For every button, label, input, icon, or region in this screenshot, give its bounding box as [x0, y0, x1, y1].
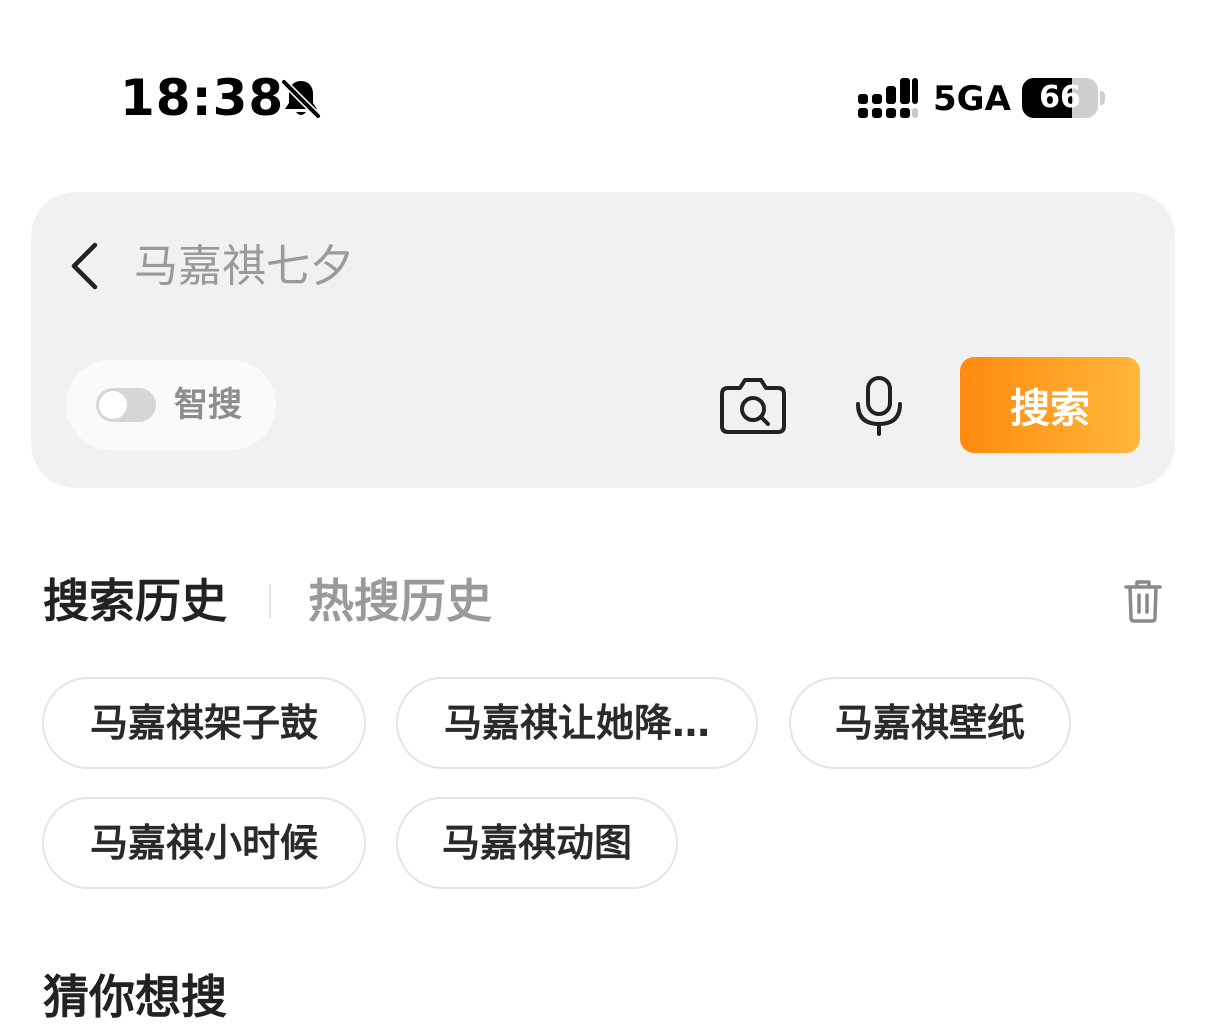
bell-slash-icon — [280, 78, 322, 120]
tab-search-history[interactable]: 搜索历史 — [43, 572, 227, 630]
history-chip[interactable]: 马嘉祺动图 — [396, 797, 678, 889]
signal-bars-icon — [858, 78, 918, 118]
smart-search-label: 智搜 — [174, 385, 242, 425]
tab-divider — [269, 584, 271, 618]
network-type: 5GA — [933, 79, 1011, 119]
battery-percent: 66 — [1039, 80, 1081, 115]
tab-hot-search-history[interactable]: 热搜历史 — [308, 572, 492, 630]
status-bar: 18:38 5GA 66 — [0, 0, 1206, 150]
voice-search-button[interactable] — [848, 374, 910, 438]
chevron-left-icon — [71, 242, 98, 290]
back-button[interactable] — [62, 238, 106, 294]
status-time: 18:38 — [120, 69, 285, 127]
camera-search-button[interactable] — [718, 374, 788, 438]
search-input[interactable] — [134, 236, 914, 296]
battery-indicator: 66 — [1022, 78, 1098, 118]
battery-cap — [1100, 91, 1105, 105]
history-chip[interactable]: 马嘉祺让她降… — [396, 677, 758, 769]
next-section-heading: 猜你想搜 — [43, 970, 227, 1024]
smart-search-toggle[interactable]: 智搜 — [66, 360, 276, 450]
history-chip[interactable]: 马嘉祺小时候 — [42, 797, 366, 889]
trash-icon — [1124, 580, 1162, 623]
history-chip[interactable]: 马嘉祺壁纸 — [789, 677, 1071, 769]
camera-icon — [720, 378, 786, 434]
microphone-icon — [856, 376, 902, 436]
search-button[interactable]: 搜索 — [960, 357, 1140, 453]
toggle-knob — [99, 391, 127, 419]
history-chip[interactable]: 马嘉祺架子鼓 — [42, 677, 366, 769]
toggle-switch[interactable] — [96, 388, 156, 422]
clear-history-button[interactable] — [1118, 576, 1168, 626]
